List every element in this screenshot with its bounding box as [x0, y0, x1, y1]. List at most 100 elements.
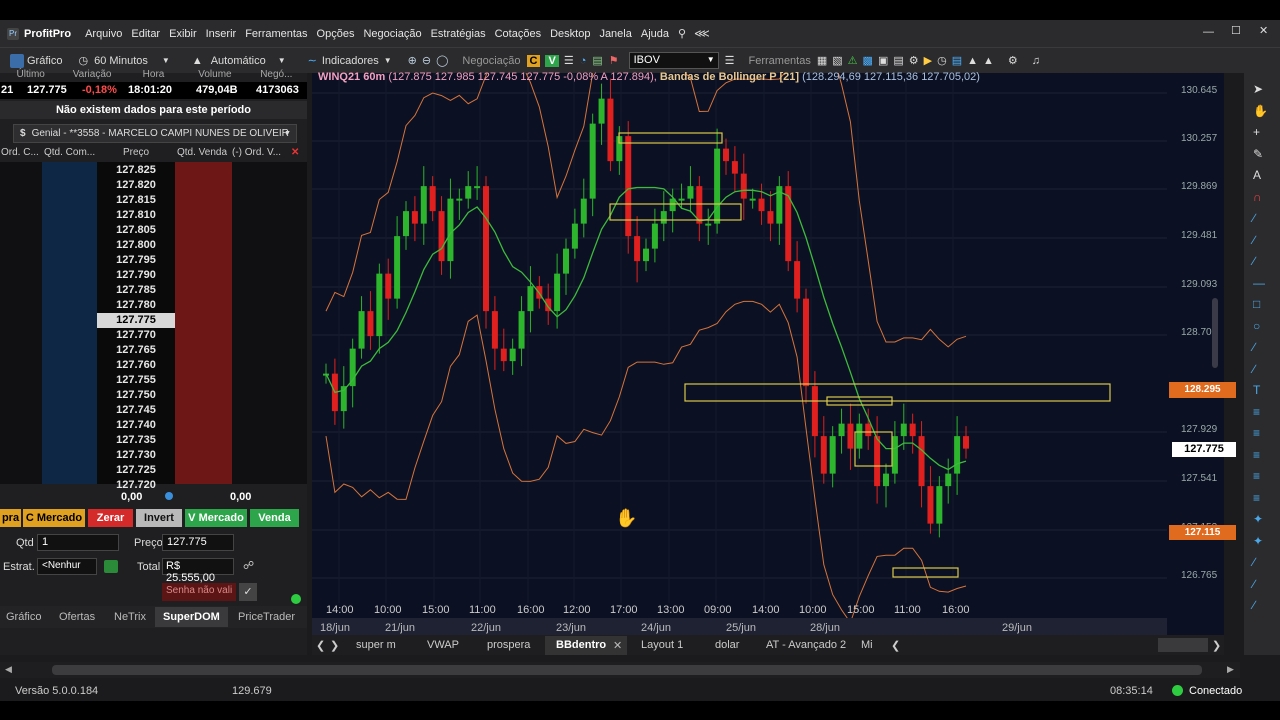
maximize-icon[interactable]: ☐ [1231, 24, 1241, 37]
menu-ajuda[interactable]: Ajuda [641, 28, 669, 40]
tab-superdom[interactable]: SuperDOM [163, 611, 220, 623]
tab-scroll-right-icon[interactable]: ❯ [1212, 639, 1221, 652]
ruler2-icon[interactable]: ∕ [1253, 598, 1255, 612]
scroll-right-icon[interactable]: ▶ [1227, 664, 1234, 675]
rocket-icon[interactable]: ▲ [967, 55, 978, 67]
fibo-p-icon[interactable]: ≡ [1253, 491, 1260, 505]
price-scrollbar[interactable] [1212, 298, 1218, 368]
senha-field[interactable]: Senha não vali [162, 583, 236, 601]
tab-next-icon[interactable]: ❯ [330, 639, 339, 652]
line-icon[interactable]: ∕ [1253, 211, 1255, 225]
c-mercado-button[interactable]: C Mercado [23, 509, 85, 527]
account-select[interactable]: $ Genial - **3558 - MARCELO CAMPI NUNES D… [13, 124, 297, 143]
list-view-icon[interactable]: ☰ [725, 54, 735, 67]
chart-area[interactable]: WINQ21 60m (127.875 127.985 127.745 127.… [312, 71, 1236, 635]
price-level[interactable]: 127.765 [97, 343, 175, 358]
settings-icon[interactable]: ⚙ [1008, 54, 1018, 67]
h-scrollbar[interactable] [52, 665, 1202, 675]
text-icon[interactable]: ▣ [878, 54, 888, 67]
menu-estrategias[interactable]: Estratégias [431, 28, 486, 40]
price-level[interactable]: 127.810 [97, 208, 175, 223]
tab-prospera[interactable]: prospera [487, 639, 530, 651]
menu-exibir[interactable]: Exibir [169, 28, 197, 40]
scroll-left-icon[interactable]: ◀ [5, 664, 12, 675]
v-mercado-button[interactable]: V Mercado [185, 509, 247, 527]
hline-icon[interactable]: — [1253, 276, 1265, 290]
menu-desktop[interactable]: Desktop [550, 28, 590, 40]
menu-cotacoes[interactable]: Cotações [495, 28, 541, 40]
fibo-f-icon[interactable]: ≡ [1253, 469, 1260, 483]
magnet-icon[interactable]: ∩ [1253, 190, 1262, 204]
text-icon[interactable]: T [1253, 383, 1260, 397]
qtd-input[interactable]: 1 [37, 534, 119, 551]
grid-icon[interactable]: ▧ [832, 54, 842, 67]
price-level[interactable]: 127.785 [97, 283, 175, 298]
sell-v-button[interactable]: V [545, 54, 559, 67]
price-level[interactable]: 127.760 [97, 358, 175, 373]
price-level[interactable]: 127.750 [97, 388, 175, 403]
zerar-button[interactable]: Zerar [88, 509, 133, 527]
fibo-e-icon[interactable]: ≡ [1253, 448, 1260, 462]
book-icon[interactable]: ▩ [863, 54, 873, 67]
chart-canvas[interactable] [312, 73, 1224, 635]
period-select[interactable]: ◷ 60 Minutos ▼ [78, 54, 169, 68]
fibo-c-icon[interactable]: ≡ [1253, 426, 1260, 440]
price-level[interactable]: 127.740 [97, 418, 175, 433]
trend-icon[interactable]: ∕ [1253, 254, 1255, 268]
menu-opcoes[interactable]: Opções [317, 28, 355, 40]
share-icon[interactable]: ⋘ [694, 27, 710, 40]
estrat-select[interactable]: <Nenhur [37, 558, 97, 575]
venda-button[interactable]: Venda [250, 509, 299, 527]
price-level[interactable]: 127.770 [97, 328, 175, 343]
tab-scrollbar[interactable] [1158, 638, 1208, 652]
bell-icon[interactable]: ♫ [1032, 55, 1040, 67]
price-level[interactable]: 127.790 [97, 268, 175, 283]
graduation-icon[interactable]: ▲ [983, 55, 994, 67]
price-level[interactable]: 127.735 [97, 433, 175, 448]
asset-input[interactable]: IBOV ▼ [628, 52, 719, 69]
zoom-out-icon[interactable]: ⊖ [422, 54, 431, 67]
flag-icon[interactable]: ⚑ [609, 54, 619, 67]
lock-icon[interactable]: ☍ [243, 559, 254, 572]
zoom-reset-icon[interactable]: ◯ [436, 54, 448, 67]
menu-janela[interactable]: Janela [599, 28, 631, 40]
bars-icon[interactable]: ▤ [592, 54, 602, 67]
tab-pricetrader[interactable]: PriceTrader [238, 611, 295, 623]
ray-icon[interactable]: ∕ [1253, 233, 1255, 247]
pencil-icon[interactable]: ∕ [1253, 340, 1255, 354]
compra-button[interactable]: pra [0, 509, 21, 527]
fibo-icon[interactable]: ≡ [1253, 405, 1260, 419]
tab-prev-icon[interactable]: ❮ [316, 639, 325, 652]
grafico-button[interactable]: Gráfico [10, 53, 62, 68]
pattern2-icon[interactable]: ✦ [1253, 534, 1263, 548]
tab-ofertas[interactable]: Ofertas [59, 611, 95, 623]
price-level[interactable]: 127.775 [97, 313, 175, 328]
text-box-icon[interactable]: A [1253, 168, 1261, 182]
price-level[interactable]: 127.820 [97, 178, 175, 193]
tab-layout1[interactable]: Layout 1 [641, 639, 683, 651]
alert-icon[interactable]: ⚠ [848, 54, 858, 67]
menu-ferramentas[interactable]: Ferramentas [245, 28, 307, 40]
tab-grafico[interactable]: Gráfico [6, 611, 41, 623]
pointer-icon[interactable]: ➤ [1253, 82, 1263, 96]
price-level[interactable]: 127.795 [97, 253, 175, 268]
info-icon[interactable] [165, 492, 173, 500]
price-level[interactable]: 127.805 [97, 223, 175, 238]
search-icon[interactable]: ⚲ [678, 27, 686, 40]
pie-icon[interactable]: ◔ [580, 55, 587, 67]
timer-icon[interactable]: ◷ [937, 54, 947, 67]
draw-icon[interactable]: ✎ [1253, 147, 1263, 161]
price-level[interactable]: 127.800 [97, 238, 175, 253]
tab-scroll-left-icon[interactable]: ❮ [891, 639, 900, 652]
tab-mi[interactable]: Mi [861, 639, 873, 651]
close-icon[interactable]: ✕ [1259, 24, 1268, 37]
preco-input[interactable]: 127.775 [162, 534, 234, 551]
price-level[interactable]: 127.745 [97, 403, 175, 418]
price-level[interactable]: 127.815 [97, 193, 175, 208]
price-level[interactable]: 127.755 [97, 373, 175, 388]
ruler-s-icon[interactable]: ∕ [1253, 577, 1255, 591]
tab-netrix[interactable]: NeTrix [114, 611, 146, 623]
ruler-icon[interactable]: ∕ [1253, 555, 1255, 569]
tab-vwap[interactable]: VWAP [427, 639, 459, 651]
hand-icon[interactable]: ✋ [1253, 104, 1268, 118]
